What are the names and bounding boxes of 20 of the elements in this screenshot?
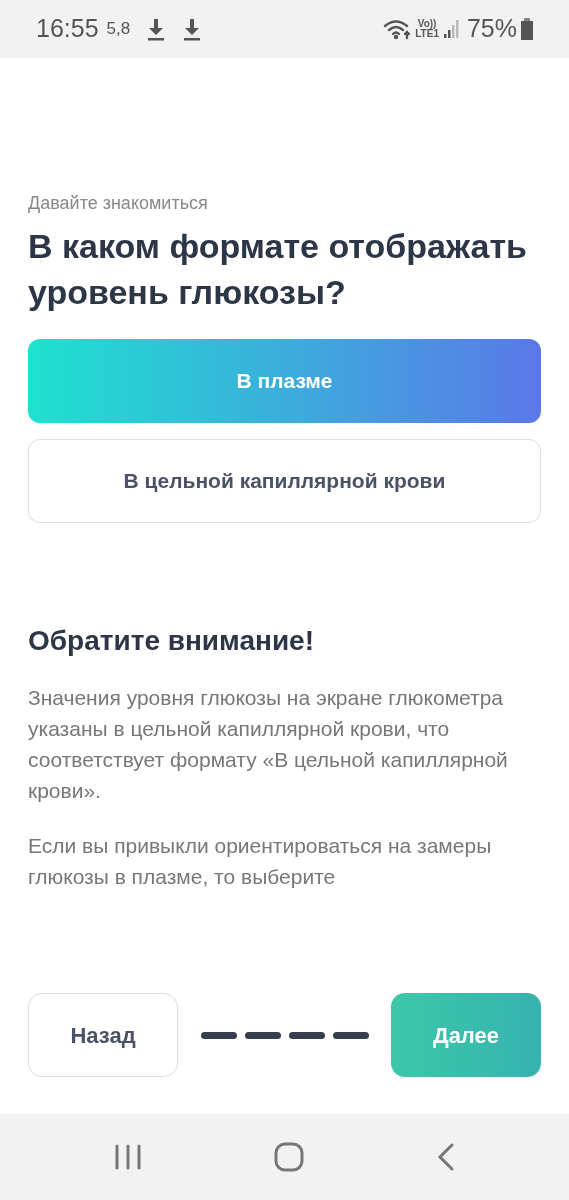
subtitle: Давайте знакомиться xyxy=(28,192,209,215)
volte-label: Vo)) xyxy=(417,19,437,29)
notice-heading: Обратите внимание! xyxy=(28,624,315,658)
signal-icon xyxy=(442,19,459,39)
notice-text: Если вы привыкли ориентироваться на замеры глюкозы в плазме, то выберите xyxy=(28,832,493,890)
notice-text: Значения уровня глюкозы на экране глюкометра указаны в цельной капиллярной крови, что соответствует формату «В цельной капиллярной крови». xyxy=(28,684,509,804)
battery-icon xyxy=(521,18,533,40)
back-button[interactable]: Назад xyxy=(28,993,178,1077)
option-button[interactable]: В цельной капиллярной крови xyxy=(28,439,541,523)
clock-time: 16:55 xyxy=(36,13,99,45)
recent-apps-icon[interactable] xyxy=(114,1144,143,1170)
question-title: В каком формате отображать уровень глюкозы? xyxy=(28,226,528,313)
battery-percent: 75% xyxy=(466,13,517,45)
wifi-icon xyxy=(383,18,412,40)
back-icon[interactable] xyxy=(436,1143,455,1171)
home-icon[interactable] xyxy=(274,1142,305,1172)
download-icon xyxy=(182,17,203,41)
download-icon xyxy=(146,17,167,41)
network-type: LTE1 xyxy=(415,29,439,39)
network-speed: 5,8 xyxy=(106,18,131,41)
